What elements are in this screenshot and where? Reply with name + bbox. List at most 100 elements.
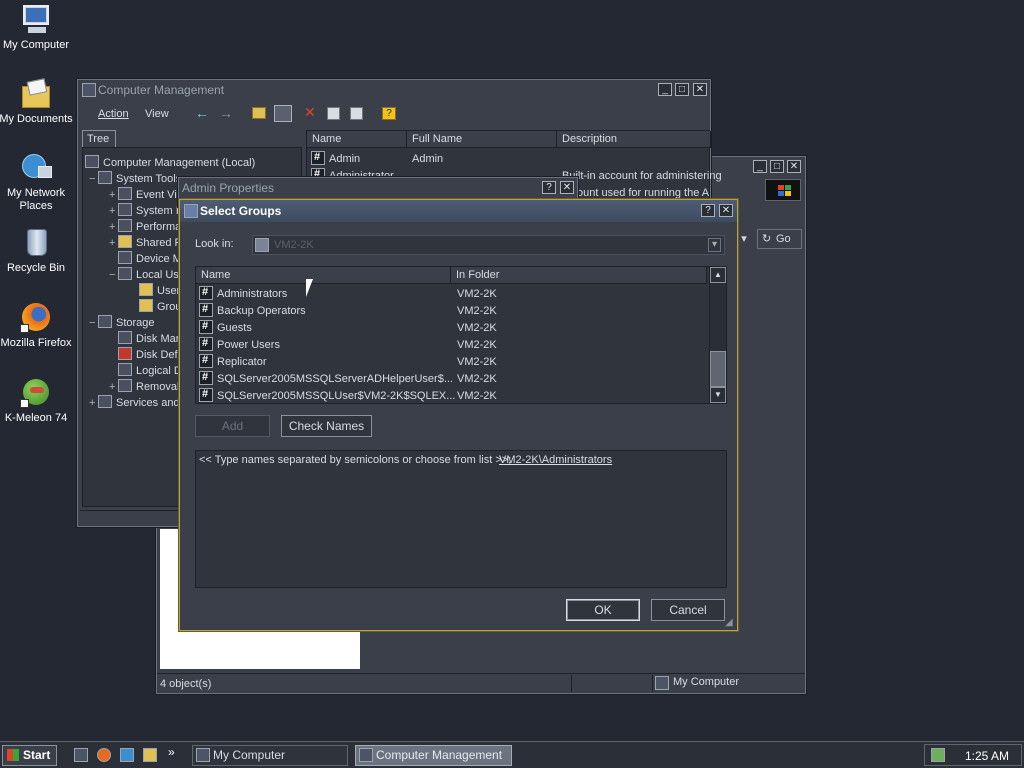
help-button[interactable]: ? (542, 181, 556, 194)
performance-icon (118, 219, 132, 232)
explorer-quicklaunch-icon[interactable] (143, 748, 157, 762)
firefox-quicklaunch-icon[interactable] (97, 748, 111, 762)
address-dropdown-arrow[interactable]: ▾ (737, 231, 751, 247)
services-icon (98, 395, 112, 408)
group-name: Backup Operators (217, 305, 306, 317)
scroll-thumb[interactable] (710, 351, 726, 387)
add-button[interactable]: Add (195, 415, 270, 437)
close-button[interactable]: ✕ (719, 204, 733, 217)
column-header-in-folder[interactable]: In Folder (451, 267, 707, 284)
tree-node-root[interactable]: Computer Management (Local) (85, 155, 255, 171)
minimize-button[interactable]: _ (753, 160, 767, 173)
groups-list[interactable]: Name In Folder AdministratorsVM2-2KBacku… (195, 266, 727, 404)
folder-documents-icon (20, 78, 52, 110)
storage-icon (98, 315, 112, 328)
start-button[interactable]: Start (2, 745, 57, 766)
desktop-icon-recycle-bin[interactable]: Recycle Bin (0, 227, 74, 275)
forward-arrow-icon[interactable]: → (219, 105, 233, 121)
column-header-full-name[interactable]: Full Name (407, 131, 557, 148)
tools-icon (98, 171, 112, 184)
menu-action[interactable]: Action (98, 108, 129, 120)
group-icon (199, 386, 213, 403)
event-viewer-icon (118, 187, 132, 200)
group-row[interactable]: SQLServer2005MSSQLServerADHelperUser$...… (199, 369, 707, 388)
desktop-icon-k-meleon[interactable]: K-Meleon 74 (0, 377, 74, 425)
status-bar: 4 object(s) My Computer (157, 673, 805, 693)
desktop-icon-label: K-Meleon 74 (4, 412, 68, 424)
column-header-name[interactable]: Name (196, 267, 451, 284)
properties-icon[interactable] (327, 107, 340, 120)
folder-icon (139, 283, 153, 296)
go-button[interactable]: ↻ Go (757, 229, 802, 249)
system-info-icon (118, 203, 132, 216)
status-location: My Computer (652, 675, 802, 692)
group-icon (199, 369, 213, 386)
group-name: Administrators (217, 288, 288, 300)
tree-tab[interactable]: Tree (82, 130, 116, 147)
quicklaunch-chevron[interactable]: » (168, 745, 175, 759)
selected-names-textarea[interactable]: << Type names separated by semicolons or… (195, 450, 727, 588)
desktop-icon-label: Recycle Bin (6, 262, 66, 274)
shared-folder-icon (118, 235, 132, 248)
group-row[interactable]: Power Users VM2-2K (199, 335, 707, 354)
group-folder: VM2-2K (457, 339, 497, 351)
computer-management-icon (359, 748, 373, 762)
check-names-button[interactable]: Check Names (281, 415, 372, 437)
menu-view[interactable]: View (145, 108, 169, 120)
clock[interactable]: 1:25 AM (965, 749, 1009, 763)
group-row[interactable]: SQLServer2005MSSQLUser$VM2-2K$SQLEX...VM… (199, 386, 707, 405)
group-row[interactable]: Replicator VM2-2K (199, 352, 707, 371)
group-row[interactable]: Administrators VM2-2K (199, 284, 707, 303)
taskbar-button-computer-management[interactable]: Computer Management (355, 745, 512, 766)
admin-properties-titlebar[interactable]: Admin Properties (179, 178, 577, 198)
desktop-icon-mozilla-firefox[interactable]: Mozilla Firefox (0, 302, 74, 350)
vertical-scrollbar[interactable]: ▲ ▼ (709, 267, 726, 403)
group-folder: VM2-2K (457, 356, 497, 368)
network-quicklaunch-icon[interactable] (120, 748, 134, 762)
help-button[interactable]: ? (701, 204, 715, 217)
scroll-up-button[interactable]: ▲ (710, 267, 726, 283)
column-header-name[interactable]: Name (307, 131, 407, 148)
show-desktop-icon[interactable] (74, 748, 88, 762)
maximize-button[interactable]: □ (675, 83, 689, 96)
device-manager-icon (118, 251, 132, 264)
group-name: Power Users (217, 339, 280, 351)
scroll-down-button[interactable]: ▼ (710, 387, 726, 403)
group-name: Guests (217, 322, 252, 334)
chevron-down-icon[interactable]: ▾ (708, 238, 721, 252)
ok-button[interactable]: OK (566, 599, 640, 621)
close-button[interactable]: ✕ (560, 181, 574, 194)
group-row[interactable]: Guests VM2-2K (199, 318, 707, 337)
list-item[interactable]: Admin Admin (311, 149, 707, 168)
up-folder-icon[interactable] (252, 107, 266, 119)
dialog-title: Admin Properties (182, 181, 275, 195)
group-row[interactable]: Backup Operators VM2-2K (199, 301, 707, 320)
tree-node-storage[interactable]: − Storage (89, 315, 155, 331)
desktop-icon-my-network-places[interactable]: My Network Places (0, 152, 74, 213)
export-list-icon[interactable] (350, 107, 363, 120)
back-arrow-icon[interactable]: ← (195, 105, 209, 121)
close-button[interactable]: ✕ (693, 83, 707, 96)
select-groups-titlebar[interactable]: Select Groups (180, 200, 737, 222)
cancel-button[interactable]: Cancel (651, 599, 725, 621)
tree-node-system-tools[interactable]: − System Tools (89, 171, 181, 187)
close-button[interactable]: ✕ (787, 160, 801, 173)
help-icon[interactable]: ? (382, 107, 396, 120)
cm-titlebar[interactable]: Computer Management (78, 80, 710, 100)
look-in-dropdown[interactable]: VM2-2K ▾ (252, 235, 725, 255)
selected-group-link[interactable]: VM2-2K\Administrators (499, 454, 612, 466)
show-hide-tree-icon[interactable] (274, 105, 292, 122)
taskbar-button-my-computer[interactable]: My Computer (192, 745, 348, 766)
delete-icon[interactable]: ✕ (304, 104, 316, 121)
select-groups-dialog[interactable]: Select Groups ? ✕ Look in: VM2-2K ▾ Name… (179, 199, 738, 631)
maximize-button[interactable]: □ (770, 160, 784, 173)
network-tray-icon[interactable] (931, 748, 945, 762)
minimize-button[interactable]: _ (658, 83, 672, 96)
window-title: Computer Management (98, 83, 225, 97)
desktop-icon-my-documents[interactable]: My Documents (0, 78, 74, 126)
resize-grip[interactable]: ◢ (725, 618, 737, 630)
windows-flag-icon (7, 749, 19, 761)
removable-storage-icon (118, 379, 132, 392)
column-header-description[interactable]: Description (557, 131, 711, 148)
desktop-icon-my-computer[interactable]: My Computer (0, 4, 74, 52)
